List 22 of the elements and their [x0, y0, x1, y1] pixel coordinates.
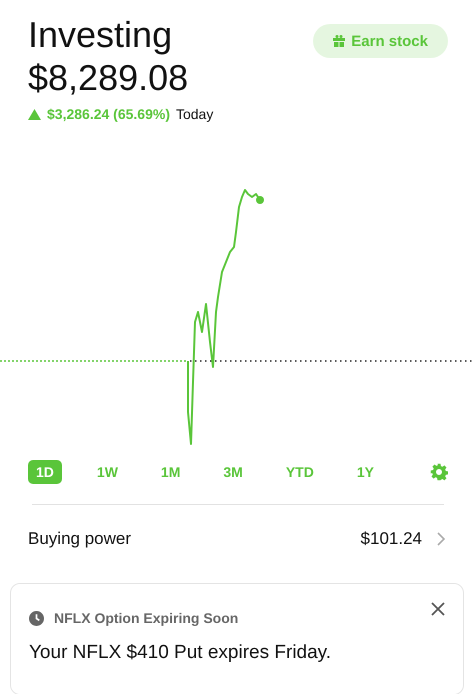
up-triangle-icon: [28, 108, 41, 120]
current-point: [256, 196, 264, 204]
earn-stock-button[interactable]: Earn stock: [313, 24, 448, 58]
page-title: Investing: [28, 14, 174, 56]
day-change: $3,286.24 (65.69%): [47, 106, 170, 122]
gift-icon: [333, 35, 346, 47]
notification-message: Your NFLX $410 Put expires Friday.: [29, 642, 332, 664]
buying-power-value: $101.24: [360, 529, 422, 549]
close-icon[interactable]: [431, 602, 445, 616]
buying-power-label: Buying power: [28, 529, 132, 549]
range-tab[interactable]: 3M: [215, 460, 251, 484]
clock-icon: [29, 610, 44, 626]
range-tab[interactable]: 1M: [152, 460, 188, 484]
notification-title: NFLX Option Expiring Soon: [54, 610, 238, 626]
change-period: Today: [176, 106, 214, 122]
range-tab[interactable]: 1D: [28, 460, 62, 484]
range-tab[interactable]: YTD: [278, 460, 322, 484]
range-tab[interactable]: 1W: [88, 460, 126, 484]
range-tab[interactable]: 1Y: [348, 460, 382, 484]
portfolio-value: $8,289.08: [28, 56, 188, 100]
chevron-right-icon[interactable]: [436, 532, 446, 546]
settings-icon[interactable]: [430, 463, 448, 481]
